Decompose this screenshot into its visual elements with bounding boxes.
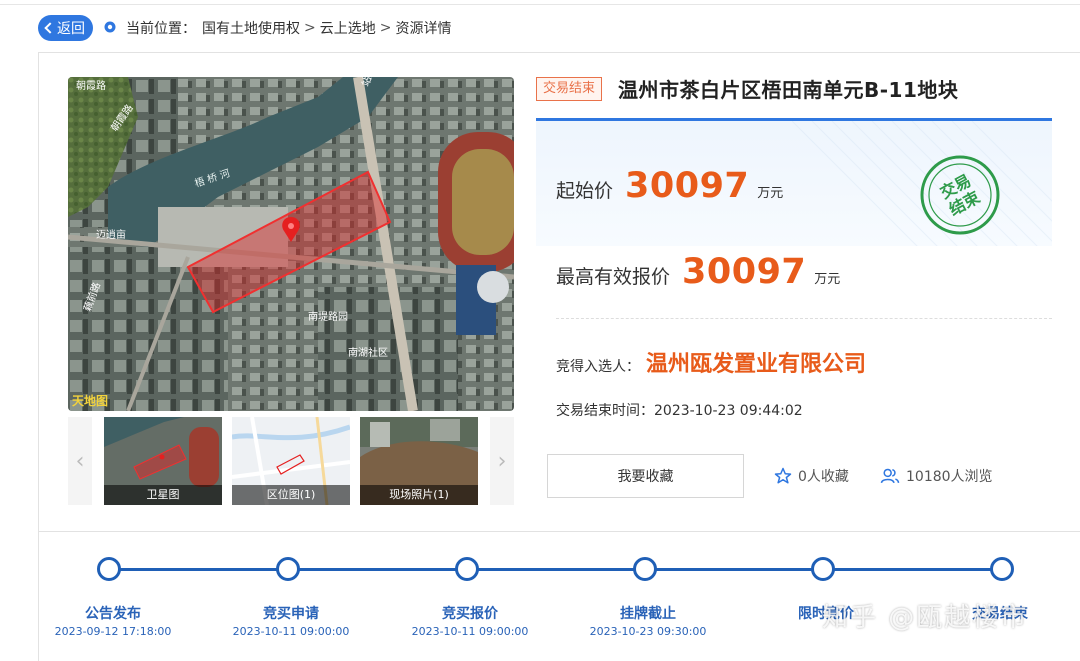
thumbnail-strip: ‹ 卫星图 区位图(1) 现场照片(1) › [68, 417, 514, 505]
star-icon [774, 467, 792, 484]
back-button-label: 返回 [57, 21, 85, 37]
top-divider [0, 0, 1080, 5]
satellite-map-drawing: 朝霞路 朝霞路 梧 桥 河 迈逍亩 藕前路 站路 南堤路园 南湖社区 天地图 [68, 77, 514, 411]
map-label-community: 南湖社区 [348, 346, 388, 359]
end-time-value: 2023-10-23 09:44:02 [654, 403, 803, 419]
timeline-track [108, 568, 1002, 571]
winner-name: 温州瓯发置业有限公司 [646, 352, 867, 377]
breadcrumb: 返回 当前位置： 国有土地使用权 > 云上选地 > 资源详情 [38, 14, 451, 42]
watermark: 知乎 @瓯越楼市 [822, 603, 1029, 633]
thumbnail-site-photo[interactable]: 现场照片(1) [360, 417, 478, 505]
page-title: 温州市茶白片区梧田南单元B-11地块 [618, 78, 959, 102]
timeline-step-label: 竞买报价 [442, 606, 498, 622]
end-time-label: 交易结束时间： [556, 403, 654, 419]
timeline-step-label: 挂牌截止 [620, 606, 676, 622]
favorites-count[interactable]: 0人收藏 [774, 466, 849, 486]
transaction-ended-stamp-icon: 交易 结束 [920, 155, 1000, 235]
timeline-step-date: 2023-10-23 09:30:00 [589, 625, 707, 638]
users-icon [880, 468, 900, 484]
timeline-node [97, 557, 121, 581]
thumbnail-prev-button[interactable]: ‹ [68, 417, 92, 505]
timeline-node [276, 557, 300, 581]
timeline-step-date: 2023-09-12 17:18:00 [54, 625, 172, 638]
thumbnail-caption: 现场照片(1) [360, 485, 478, 505]
timeline-step-label: 竞买申请 [263, 606, 319, 622]
start-price-label: 起始价 [556, 180, 614, 202]
breadcrumb-item-cloud-select[interactable]: 云上选地 [320, 18, 376, 38]
map-label-community: 南堤路园 [308, 310, 348, 323]
top-price-label: 最高有效报价 [556, 266, 671, 288]
breadcrumb-separator: > [379, 20, 392, 36]
timeline-node [455, 557, 479, 581]
tianditu-logo: 天地图 [72, 393, 108, 408]
thumbnail-caption: 卫星图 [104, 485, 222, 505]
chevron-right-icon: › [497, 448, 507, 474]
breadcrumb-separator: > [304, 20, 316, 36]
thumbnail-caption: 区位图(1) [232, 485, 350, 505]
top-price-unit: 万元 [814, 272, 841, 287]
favorite-button[interactable]: 我要收藏 [547, 454, 744, 498]
location-pin-icon [104, 21, 116, 33]
top-price-value: 30097 [682, 252, 807, 292]
end-time: 交易结束时间：2023-10-23 09:44:02 [556, 400, 803, 420]
map-label-road: 朝霞路 [76, 79, 106, 92]
timeline-node [811, 557, 835, 581]
location-prefix: 当前位置： [126, 21, 196, 37]
status-badge: 交易结束 [536, 77, 603, 101]
timeline-step-date: 2023-10-11 09:00:00 [232, 625, 350, 638]
start-price-value: 30097 [625, 166, 750, 206]
winner-row: 竞得入选人： 温州瓯发置业有限公司 [556, 346, 866, 378]
breadcrumb-item-land-rights[interactable]: 国有土地使用权 [202, 18, 300, 38]
winner-label: 竞得入选人： [556, 359, 640, 375]
divider [556, 318, 1052, 319]
top-price-row: 最高有效报价 30097 万元 [556, 252, 840, 292]
timeline-node [633, 557, 657, 581]
thumbnail-next-button[interactable]: › [490, 417, 514, 505]
favorites-text: 0人收藏 [798, 469, 849, 485]
timeline-step-date: 2023-10-11 09:00:00 [411, 625, 529, 638]
back-button[interactable]: 返回 [38, 15, 93, 41]
chevron-left-icon [44, 22, 56, 34]
timeline-node [990, 557, 1014, 581]
thumbnail-location-map[interactable]: 区位图(1) [232, 417, 350, 505]
satellite-map-image[interactable]: 朝霞路 朝霞路 梧 桥 河 迈逍亩 藕前路 站路 南堤路园 南湖社区 天地图 [68, 77, 514, 411]
start-price-unit: 万元 [757, 186, 784, 201]
thumbnail-satellite[interactable]: 卫星图 [104, 417, 222, 505]
views-text: 10180人浏览 [906, 469, 993, 485]
timeline-step-label: 公告发布 [85, 606, 141, 622]
start-price-row: 起始价 30097 万元 [556, 166, 783, 206]
chevron-left-icon: ‹ [75, 448, 85, 474]
views-count: 10180人浏览 [880, 466, 993, 486]
breadcrumb-item-resource-detail: 资源详情 [395, 21, 452, 37]
map-label-place: 迈逍亩 [96, 228, 126, 241]
